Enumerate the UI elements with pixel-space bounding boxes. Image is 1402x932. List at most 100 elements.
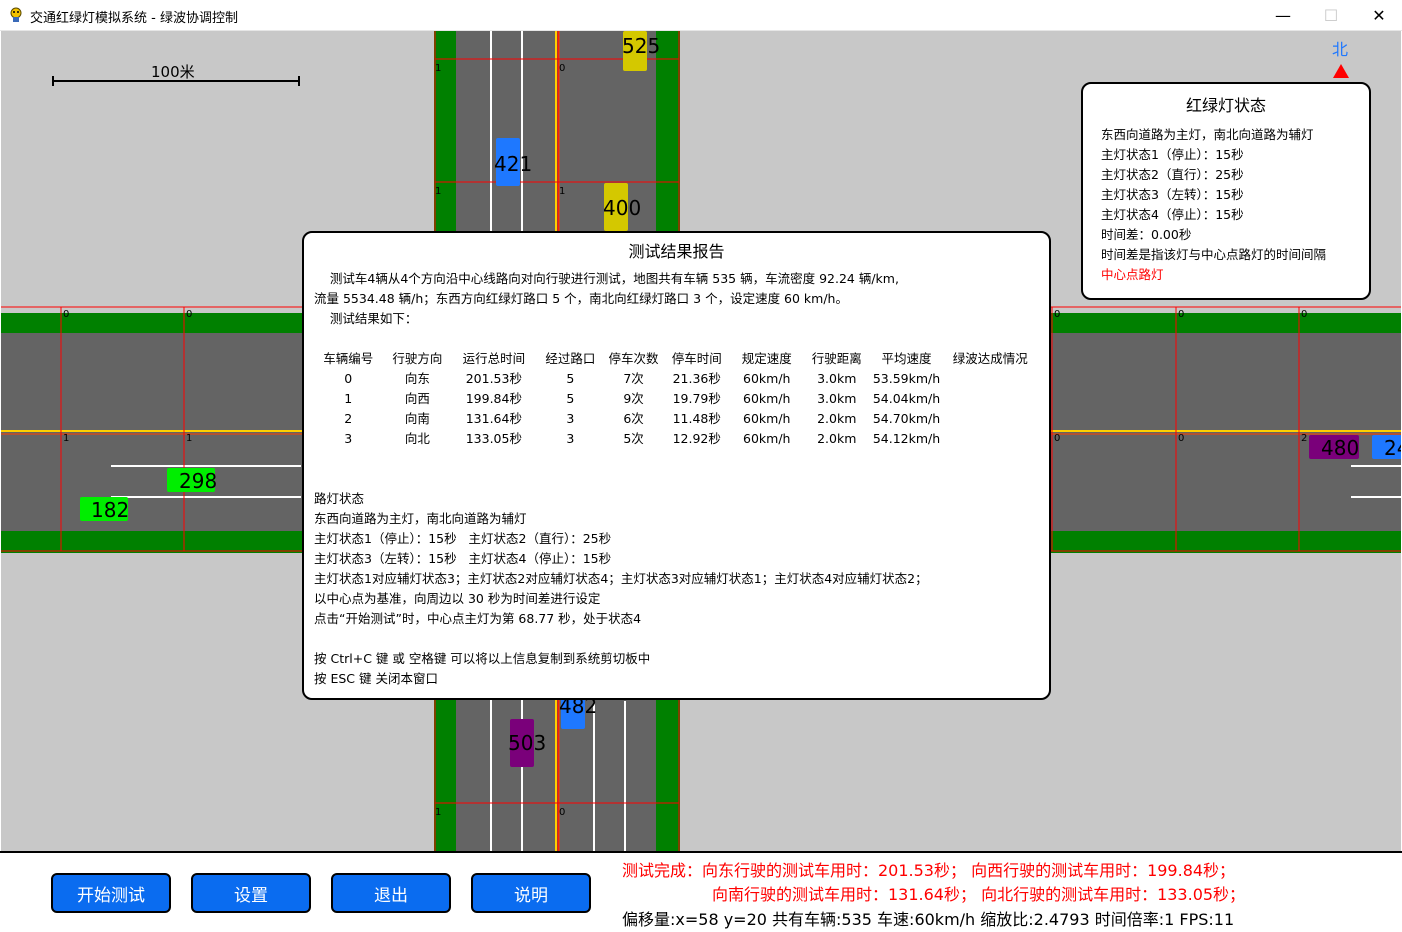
- app-icon: [10, 7, 22, 22]
- table-cell: 向东: [404, 371, 430, 386]
- report-lights-line: 主灯状态1（停止）：15秒 主灯状态2（直行）：25秒: [314, 531, 612, 546]
- report-lights-line: 路灯状态: [314, 491, 365, 506]
- table-cell: 5: [566, 371, 575, 386]
- report-intro-line: 流量 5534.48 辆/h；东西方向红绿灯路口 5 个，南北向红绿灯路口 3 …: [314, 291, 848, 306]
- report-footer-line: 按 ESC 键 关闭本窗口: [314, 671, 438, 686]
- vehicle-label: 503: [508, 731, 547, 755]
- table-cell: 6次: [623, 411, 644, 426]
- table-cell: 3: [344, 431, 353, 446]
- table-header: 行驶方向: [392, 351, 443, 366]
- table-cell: [941, 429, 1039, 449]
- light-panel-line: 时间差是指该灯与中心点路灯的时间间隔: [1101, 247, 1327, 262]
- table-cell: 9次: [623, 391, 644, 406]
- report-footer-line: 按 Ctrl+C 键 或 空格键 可以将以上信息复制到系统剪切板中: [314, 651, 651, 666]
- lane-marker: 1: [559, 186, 566, 197]
- lane-marker: 0: [63, 309, 70, 320]
- light-panel-line: 主灯状态1（停止）：15秒: [1101, 147, 1244, 162]
- help-button[interactable]: 说明: [471, 873, 591, 913]
- exit-button[interactable]: 退出: [331, 873, 451, 913]
- table-header: 规定速度: [741, 351, 792, 366]
- table-header-row: 车辆编号 行驶方向 运行总时间 经过路口 停车次数 停车时间 规定速度 行驶距离…: [314, 349, 1039, 369]
- report-lights-line: 东西向道路为主灯，南北向道路为辅灯: [314, 511, 527, 526]
- report-lights-line: 主灯状态3（左转）：15秒 主灯状态4（停止）：15秒: [314, 551, 612, 566]
- light-panel-line: 主灯状态4（停止）：15秒: [1101, 207, 1244, 222]
- bottom-toolbar: 开始测试 设置 退出 说明 测试完成：向东行驶的测试车用时：201.53秒； 向…: [0, 851, 1402, 932]
- table-cell: 0: [344, 371, 353, 386]
- lane-marker: 1: [435, 807, 442, 818]
- lane-marker: 1: [186, 433, 193, 444]
- report-intro-line: 测试结果如下：: [314, 311, 418, 326]
- light-panel-line: 主灯状态3（左转）：15秒: [1101, 187, 1244, 202]
- report-table: 车辆编号 行驶方向 运行总时间 经过路口 停车次数 停车时间 规定速度 行驶距离…: [314, 349, 1039, 449]
- table-cell: 131.64秒: [465, 411, 522, 426]
- table-cell: 60km/h: [743, 391, 791, 406]
- lane-marker: 0: [559, 63, 566, 74]
- table-header: 车辆编号: [323, 351, 374, 366]
- table-row: 0 向东 201.53秒 5 7次 21.36秒 60km/h 3.0km 53…: [314, 369, 1039, 389]
- lane-marker: 0: [186, 309, 193, 320]
- table-cell: 19.79秒: [672, 391, 721, 406]
- light-panel-highlight: 中心点路灯: [1101, 267, 1164, 282]
- test-result-status: 测试完成：向东行驶的测试车用时：201.53秒； 向西行驶的测试车用时：199.…: [622, 861, 1236, 880]
- table-cell: 199.84秒: [465, 391, 522, 406]
- table-cell: 133.05秒: [465, 431, 522, 446]
- settings-button[interactable]: 设置: [191, 873, 311, 913]
- lane-marker: 0: [559, 807, 566, 818]
- table-cell: 2.0km: [817, 411, 857, 426]
- table-cell: 5: [566, 391, 575, 406]
- sim-info-status: 偏移量:x=58 y=20 共有车辆:535 车速:60km/h 缩放比:2.4…: [622, 910, 1235, 929]
- close-button[interactable]: ✕: [1356, 0, 1402, 31]
- table-header: 运行总时间: [462, 351, 526, 366]
- table-row: 1 向西 199.84秒 5 9次 19.79秒 60km/h 3.0km 54…: [314, 389, 1039, 409]
- vehicle-label: 525: [622, 34, 661, 58]
- vehicle-label: 298: [179, 469, 218, 493]
- table-header: 行驶距离: [811, 351, 862, 366]
- table-cell: 3.0km: [817, 391, 857, 406]
- vehicle-label: 182: [91, 498, 130, 522]
- light-panel-line: 时间差：0.00秒: [1101, 227, 1192, 242]
- lane-marker: 1: [63, 433, 70, 444]
- table-cell: 3.0km: [817, 371, 857, 386]
- table-cell: 3: [566, 431, 575, 446]
- table-cell: 5次: [623, 431, 644, 446]
- table-cell: 1: [344, 391, 353, 406]
- report-lights-line: 点击“开始测试”时，中心点主灯为第 68.77 秒，处于状态4: [314, 611, 642, 626]
- vehicle-label: 400: [603, 196, 642, 220]
- table-row: 3 向北 133.05秒 3 5次 12.92秒 60km/h 2.0km 54…: [314, 429, 1039, 449]
- table-cell: 向西: [404, 391, 430, 406]
- light-status-panel: 红绿灯状态 东西向道路为主灯，南北向道路为辅灯 主灯状态1（停止）：15秒 主灯…: [1081, 82, 1371, 300]
- minimize-button[interactable]: —: [1260, 0, 1306, 31]
- report-intro-line: 测试车4辆从4个方向沿中心线路向对向行驶进行测试，地图共有车辆 535 辆，车流…: [314, 271, 899, 286]
- lane-marker: 0: [1178, 433, 1185, 444]
- table-cell: 54.12km/h: [872, 431, 941, 446]
- start-test-button[interactable]: 开始测试: [51, 873, 171, 913]
- light-panel-line: 主灯状态2（直行）：25秒: [1101, 167, 1244, 182]
- table-cell: 12.92秒: [672, 431, 721, 446]
- lane-marker: 1: [435, 186, 442, 197]
- report-lights-line: 主灯状态1对应辅灯状态3；主灯状态2对应辅灯状态4；主灯状态3对应辅灯状态1；主…: [314, 571, 928, 586]
- table-cell: [941, 369, 1039, 389]
- table-header: 绿波达成情况: [952, 351, 1028, 366]
- table-cell: 60km/h: [743, 431, 791, 446]
- table-header: 经过路口: [545, 351, 596, 366]
- north-arrow-icon: [1333, 64, 1349, 78]
- table-row: 2 向南 131.64秒 3 6次 11.48秒 60km/h 2.0km 54…: [314, 409, 1039, 429]
- table-cell: [941, 409, 1039, 429]
- report-lights-line: 以中心点为基准，向周边以 30 秒为时间差进行设定: [314, 591, 601, 606]
- table-cell: 2.0km: [817, 431, 857, 446]
- table-cell: 54.04km/h: [872, 391, 941, 406]
- vehicle-label: 24: [1384, 436, 1401, 460]
- table-cell: 53.59km/h: [872, 371, 941, 386]
- test-report-dialog[interactable]: 测试结果报告 测试车4辆从4个方向沿中心线路向对向行驶进行测试，地图共有车辆 5…: [302, 231, 1051, 700]
- table-cell: 201.53秒: [465, 371, 522, 386]
- table-cell: 2: [344, 411, 353, 426]
- table-header: 平均速度: [881, 351, 932, 366]
- north-label: 北: [1332, 40, 1349, 59]
- light-panel-title: 红绿灯状态: [1185, 96, 1266, 115]
- vehicle-label: 480: [1321, 436, 1360, 460]
- maximize-button[interactable]: ☐: [1308, 0, 1354, 31]
- lane-marker: 0: [1301, 309, 1308, 320]
